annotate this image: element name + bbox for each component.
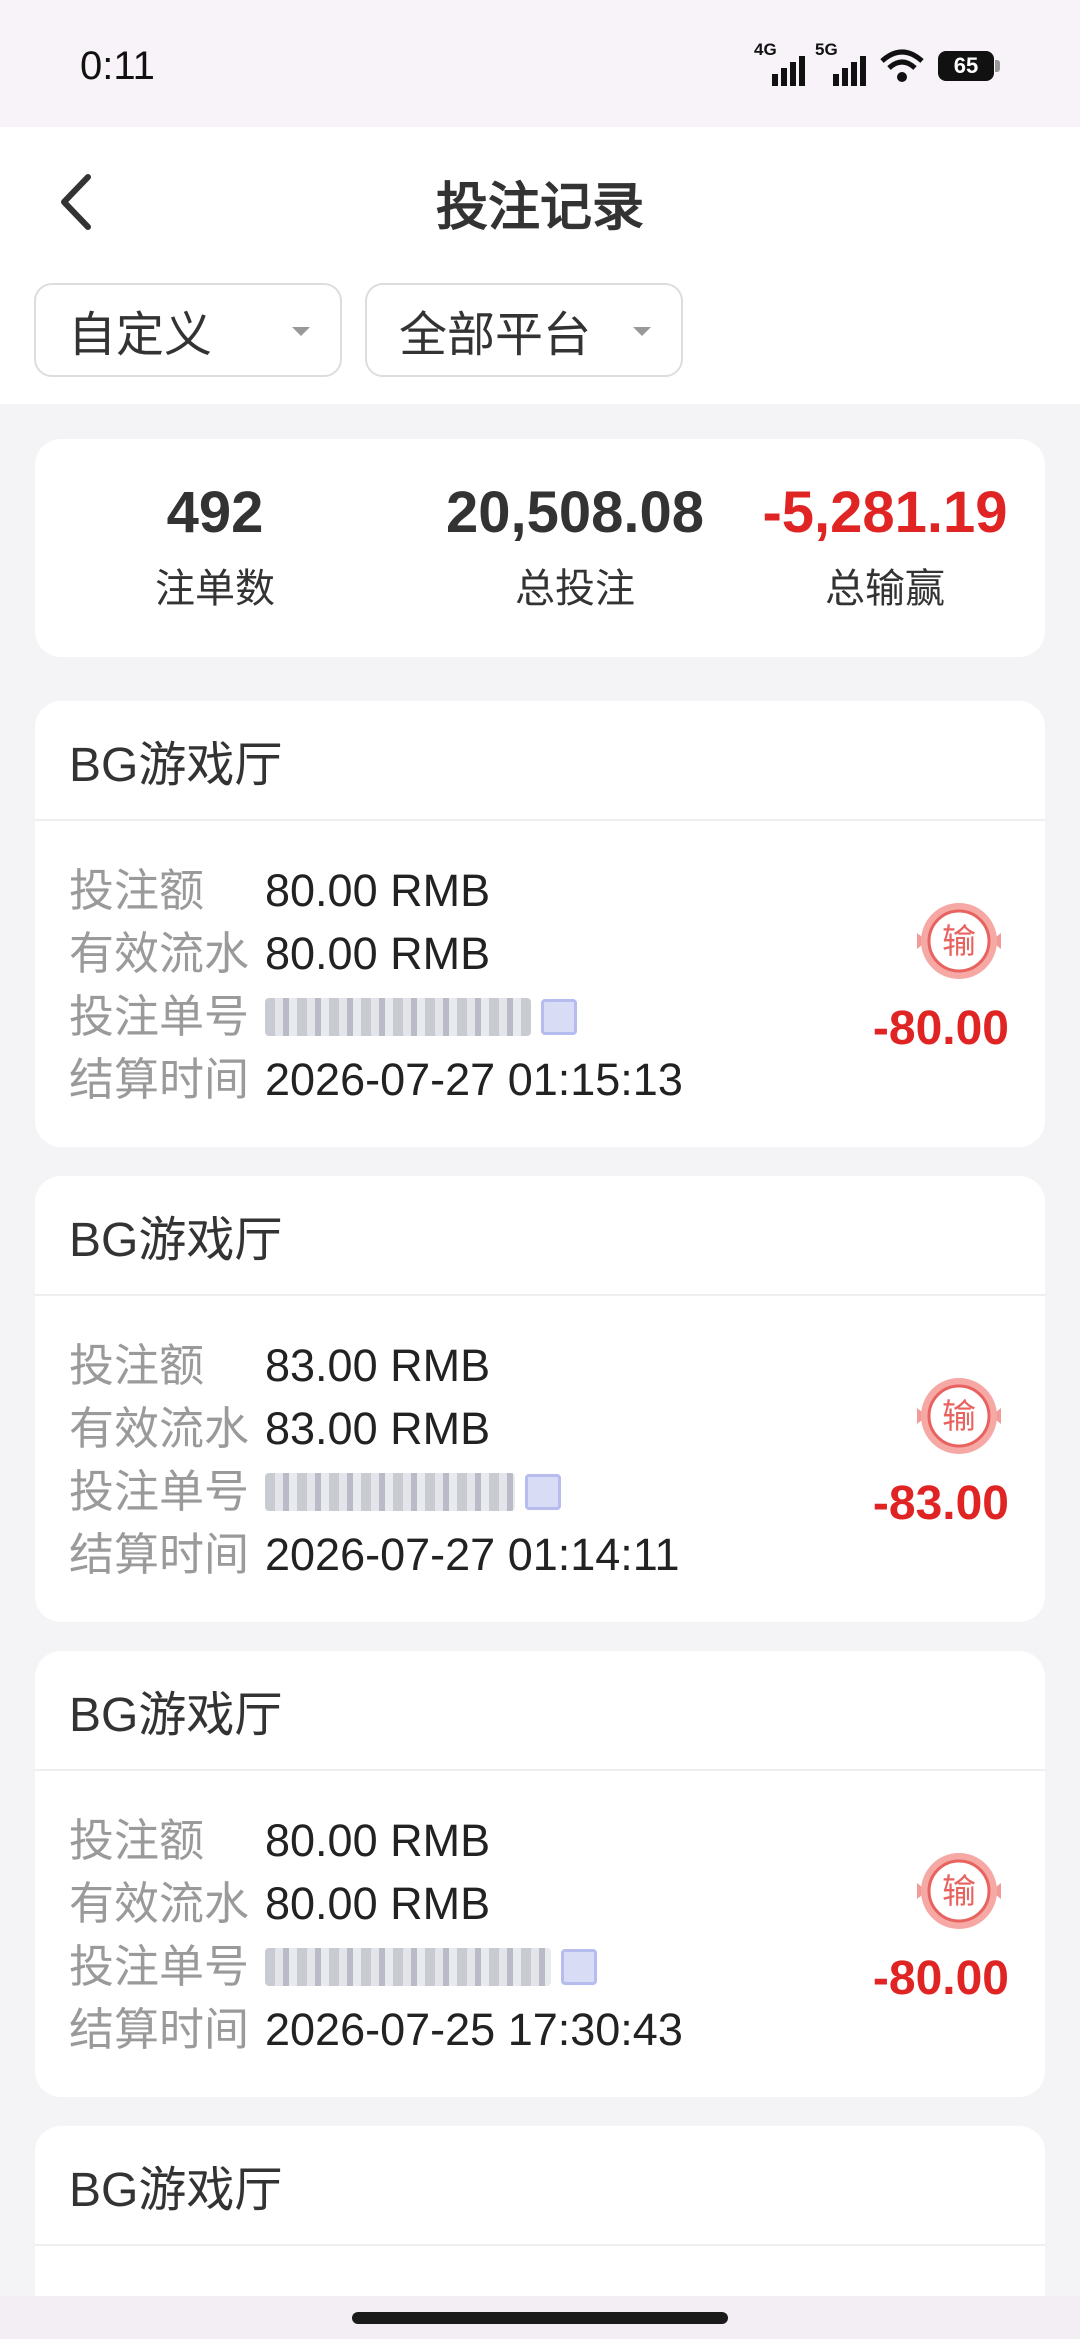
game-hall-name: BG游戏厅 <box>35 701 1045 821</box>
bet-amount-value: 83.00 RMB <box>265 1340 491 1391</box>
game-hall-name: BG游戏厅 <box>35 2126 1045 2246</box>
game-hall-name: BG游戏厅 <box>35 1176 1045 1296</box>
summary-winloss: -5,281.19 总输赢 <box>715 479 1055 614</box>
valid-turnover-value: 83.00 RMB <box>265 1403 491 1454</box>
lose-stamp-icon: 输 <box>917 1378 1001 1454</box>
cellular-5g-icon: 5G <box>815 40 866 86</box>
order-number-label: 投注单号 <box>69 1466 250 1517</box>
bet-count-label: 注单数 <box>155 567 275 611</box>
total-bet-value: 20,508.08 <box>445 480 705 545</box>
summary-card: 492 注单数 20,508.08 总投注 -5,281.19 总输赢 <box>35 439 1045 657</box>
game-hall-name: BG游戏厅 <box>35 1651 1045 1771</box>
order-number-label: 投注单号 <box>69 991 250 1042</box>
lose-stamp-icon: 输 <box>917 903 1001 979</box>
bet-amount-label: 投注额 <box>69 865 205 916</box>
platform-filter-dropdown[interactable]: 全部平台 <box>365 283 683 377</box>
lose-stamp-text: 输 <box>942 1872 976 1912</box>
settle-time-value: 2026-07-25 17:30:43 <box>265 2004 683 2055</box>
settle-time-value: 2026-07-27 01:15:13 <box>265 1054 683 1105</box>
copy-icon[interactable] <box>541 999 577 1035</box>
chevron-down-icon <box>633 327 651 336</box>
page-title: 投注记录 <box>435 179 644 237</box>
status-icons: 4G 5G 65 <box>754 40 1000 86</box>
settle-time-label: 结算时间 <box>69 1529 250 1580</box>
valid-turnover-label: 有效流水 <box>69 928 250 979</box>
bet-amount-value: 80.00 RMB <box>265 865 491 916</box>
result-amount: -83.00 <box>872 1477 1009 1530</box>
total-bet-label: 总投注 <box>515 567 635 611</box>
order-number-masked <box>265 1473 515 1511</box>
bet-record-card[interactable]: BG游戏厅 投注额 80.00 RMB 有效流水 80.00 RMB 投注单号 结算… <box>35 1651 1045 2097</box>
battery-icon: 65 <box>938 51 1000 81</box>
result-amount: -80.00 <box>872 1952 1009 2005</box>
bet-count-value: 492 <box>166 480 264 545</box>
settle-time-value: 2026-07-27 01:14:11 <box>265 1529 680 1580</box>
valid-turnover-value: 80.00 RMB <box>265 928 491 979</box>
order-number-label: 投注单号 <box>69 1941 250 1992</box>
lose-stamp-text: 输 <box>942 922 976 962</box>
summary-total-bet: 20,508.08 总投注 <box>405 479 745 614</box>
lose-stamp-text: 输 <box>942 1397 976 1437</box>
platform-filter-label: 全部平台 <box>399 309 592 362</box>
result-amount: -80.00 <box>872 1002 1009 1055</box>
cellular-4g-icon: 4G <box>754 40 805 86</box>
status-time: 0:11 <box>80 44 155 88</box>
status-bar: 0:11 4G 5G 65 <box>0 0 1080 127</box>
header: 投注记录 自定义 全部平台 <box>0 127 1080 404</box>
copy-icon[interactable] <box>561 1949 597 1985</box>
valid-turnover-label: 有效流水 <box>69 1403 250 1454</box>
bet-amount-value: 80.00 RMB <box>265 1815 491 1866</box>
total-winloss-label: 总输赢 <box>825 567 945 611</box>
valid-turnover-value: 80.00 RMB <box>265 1878 491 1929</box>
battery-level: 65 <box>938 51 994 81</box>
wifi-icon <box>880 49 924 82</box>
settle-time-label: 结算时间 <box>69 1054 250 1105</box>
order-number-masked <box>265 1948 551 1986</box>
copy-icon[interactable] <box>525 1474 561 1510</box>
order-number-masked <box>265 998 531 1036</box>
chevron-down-icon <box>292 327 310 336</box>
bet-amount-label: 投注额 <box>69 1340 205 1391</box>
settle-time-label: 结算时间 <box>69 2004 250 2055</box>
total-winloss-value: -5,281.19 <box>762 480 1008 545</box>
network-label-5g: 5G <box>815 40 838 59</box>
summary-count: 492 注单数 <box>80 479 350 614</box>
date-filter-label: 自定义 <box>68 309 213 362</box>
date-filter-dropdown[interactable]: 自定义 <box>34 283 342 377</box>
network-label-4g: 4G <box>754 40 777 59</box>
bet-record-card[interactable]: BG游戏厅 投注额 80.00 RMB 有效流水 80.00 RMB 投注单号 结算… <box>35 701 1045 1147</box>
home-indicator[interactable] <box>352 2312 728 2324</box>
bet-amount-label: 投注额 <box>69 1815 205 1866</box>
valid-turnover-label: 有效流水 <box>69 1878 250 1929</box>
bet-record-card[interactable]: BG游戏厅 投注额 83.00 RMB 有效流水 83.00 RMB 投注单号 结算… <box>35 1176 1045 1622</box>
lose-stamp-icon: 输 <box>917 1853 1001 1929</box>
